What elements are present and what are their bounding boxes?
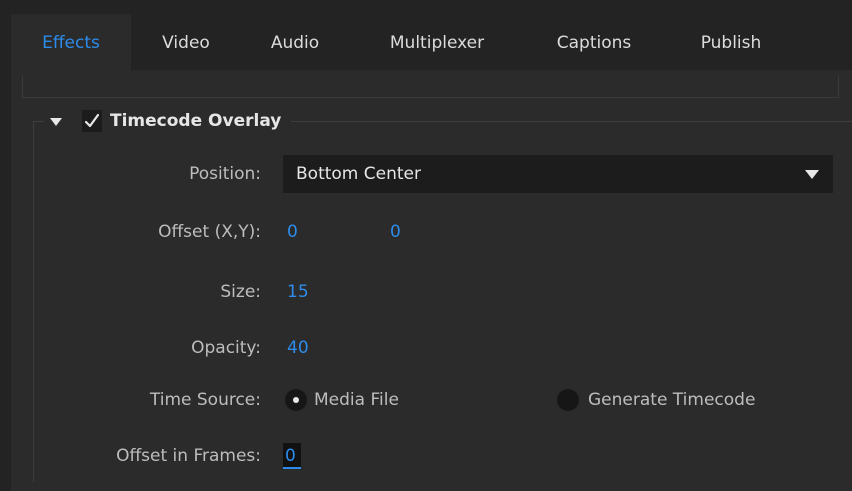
timecode-overlay-checkbox[interactable]: [82, 110, 102, 132]
opacity-label: Opacity:: [191, 338, 261, 358]
size-label: Size:: [220, 282, 261, 302]
tab-effects[interactable]: Effects: [11, 14, 131, 70]
radio-media-file[interactable]: [285, 389, 307, 411]
size-input[interactable]: 15: [287, 282, 309, 302]
group-title: Timecode Overlay: [110, 111, 282, 131]
triangle-down-icon[interactable]: [50, 118, 62, 126]
tab-multiplexer[interactable]: Multiplexer: [349, 14, 525, 70]
time-source-label: Time Source:: [149, 390, 261, 410]
radio-media-file-label[interactable]: Media File: [314, 390, 399, 410]
tab-audio[interactable]: Audio: [241, 14, 349, 70]
timecode-overlay-header: Timecode Overlay: [44, 104, 292, 138]
position-label: Position:: [189, 164, 261, 184]
checkmark-icon: [84, 113, 100, 128]
tab-captions[interactable]: Captions: [525, 14, 663, 70]
offset-frames-input[interactable]: 0: [283, 443, 301, 469]
offset-label: Offset (X,Y):: [158, 222, 261, 242]
export-settings-window: Effects Video Audio Multiplexer Captions…: [0, 0, 852, 491]
position-dropdown[interactable]: Bottom Center: [283, 155, 833, 193]
radio-selected-dot: [293, 397, 299, 403]
panel-top-section: [22, 76, 839, 98]
opacity-input[interactable]: 40: [287, 338, 309, 358]
radio-generate-timecode-label[interactable]: Generate Timecode: [588, 390, 755, 410]
chevron-down-icon: [805, 169, 819, 179]
offset-frames-label: Offset in Frames:: [116, 446, 261, 466]
radio-generate-timecode[interactable]: [557, 389, 579, 411]
tab-video[interactable]: Video: [131, 14, 241, 70]
offset-x-input[interactable]: 0: [287, 222, 298, 242]
tab-publish[interactable]: Publish: [663, 14, 799, 70]
position-value: Bottom Center: [296, 164, 421, 184]
offset-y-input[interactable]: 0: [390, 222, 401, 242]
